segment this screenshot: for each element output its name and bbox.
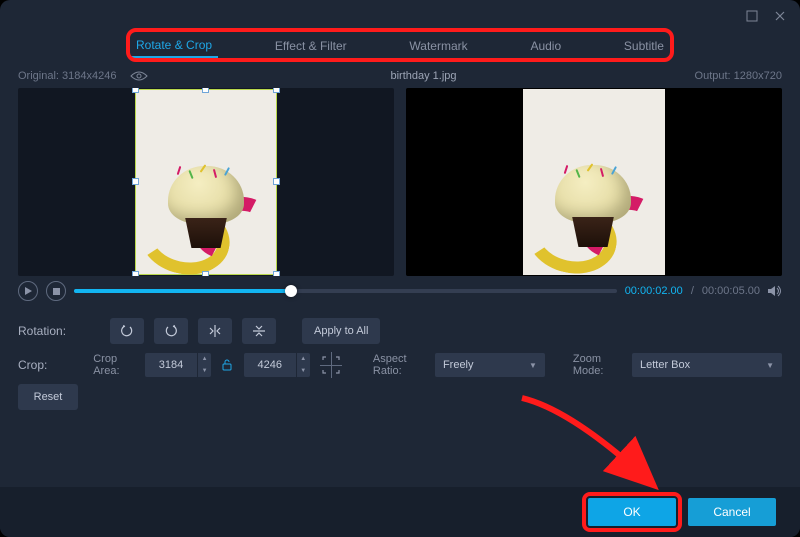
filename-label: birthday 1.jpg	[152, 70, 694, 82]
rotation-label: Rotation:	[18, 324, 100, 338]
time-total: 00:00:05.00	[702, 285, 760, 297]
crop-height-input[interactable]: 4246	[244, 353, 296, 377]
crop-handle[interactable]	[202, 271, 209, 276]
crop-height-spinner[interactable]: ▲▼	[296, 353, 310, 377]
flip-vertical-button[interactable]	[242, 318, 276, 344]
reset-button[interactable]: Reset	[18, 384, 78, 410]
tab-strip: Rotate & Crop Effect & Filter Watermark …	[130, 32, 670, 60]
output-preview-pane	[406, 88, 782, 276]
crop-width-input[interactable]: 3184	[145, 353, 197, 377]
original-dimensions: Original: 3184x4246	[18, 70, 116, 82]
ok-button[interactable]: OK	[588, 498, 676, 526]
footer-bar: OK Cancel	[0, 487, 800, 537]
playback-bar: 00:00:02.00 / 00:00:05.00	[0, 276, 800, 308]
tab-watermark[interactable]: Watermark	[403, 35, 473, 57]
apply-to-all-button[interactable]: Apply to All	[302, 318, 380, 344]
rotation-row: Rotation: Apply to All	[18, 314, 782, 348]
output-dimensions: Output: 1280x720	[695, 70, 782, 82]
zoom-mode-label: Zoom Mode:	[573, 353, 622, 377]
zoom-mode-select[interactable]: Letter Box ▼	[632, 353, 782, 377]
crop-row: Crop: Crop Area: 3184 ▲▼ 4246 ▲▼ Aspect …	[18, 348, 782, 382]
tab-subtitle[interactable]: Subtitle	[618, 35, 670, 57]
lock-aspect-icon[interactable]	[221, 359, 234, 371]
time-current: 00:00:02.00	[625, 285, 683, 297]
preview-area	[0, 88, 800, 276]
crop-handle[interactable]	[202, 88, 209, 93]
volume-icon[interactable]	[768, 284, 782, 298]
crop-frame[interactable]	[135, 89, 277, 275]
tab-effect-filter[interactable]: Effect & Filter	[269, 35, 353, 57]
output-image	[523, 89, 665, 275]
chevron-down-icon: ▼	[529, 361, 537, 370]
crop-area-label: Crop Area:	[93, 353, 135, 377]
crop-handle[interactable]	[273, 178, 280, 185]
aspect-ratio-label: Aspect Ratio:	[373, 353, 425, 377]
zoom-mode-value: Letter Box	[640, 359, 690, 371]
cancel-button[interactable]: Cancel	[688, 498, 776, 526]
rotate-right-button[interactable]	[154, 318, 188, 344]
original-preview-pane[interactable]	[18, 88, 394, 276]
crop-width-spinner[interactable]: ▲▼	[197, 353, 211, 377]
crop-handle[interactable]	[132, 88, 139, 93]
close-button[interactable]	[768, 6, 792, 26]
flip-horizontal-button[interactable]	[198, 318, 232, 344]
crop-handle[interactable]	[273, 271, 280, 276]
crop-handle[interactable]	[132, 178, 139, 185]
seek-slider[interactable]	[74, 289, 617, 293]
tab-audio[interactable]: Audio	[524, 35, 567, 57]
stop-button[interactable]	[46, 281, 66, 301]
aspect-ratio-value: Freely	[443, 359, 474, 371]
play-button[interactable]	[18, 281, 38, 301]
info-row: Original: 3184x4246 birthday 1.jpg Outpu…	[0, 62, 800, 88]
crop-handle[interactable]	[273, 88, 280, 93]
minimize-button[interactable]	[740, 6, 764, 26]
rotate-left-button[interactable]	[110, 318, 144, 344]
eye-icon[interactable]	[126, 68, 152, 84]
tab-rotate-crop[interactable]: Rotate & Crop	[130, 34, 218, 58]
time-divider: /	[691, 285, 694, 297]
editor-window: Rotate & Crop Effect & Filter Watermark …	[0, 0, 800, 537]
crop-handle[interactable]	[132, 271, 139, 276]
crop-label: Crop:	[18, 358, 83, 372]
preview-image	[158, 128, 254, 248]
aspect-ratio-select[interactable]: Freely ▼	[435, 353, 545, 377]
title-bar	[0, 0, 800, 32]
chevron-down-icon: ▼	[766, 361, 774, 370]
center-crop-icon[interactable]	[320, 352, 342, 378]
